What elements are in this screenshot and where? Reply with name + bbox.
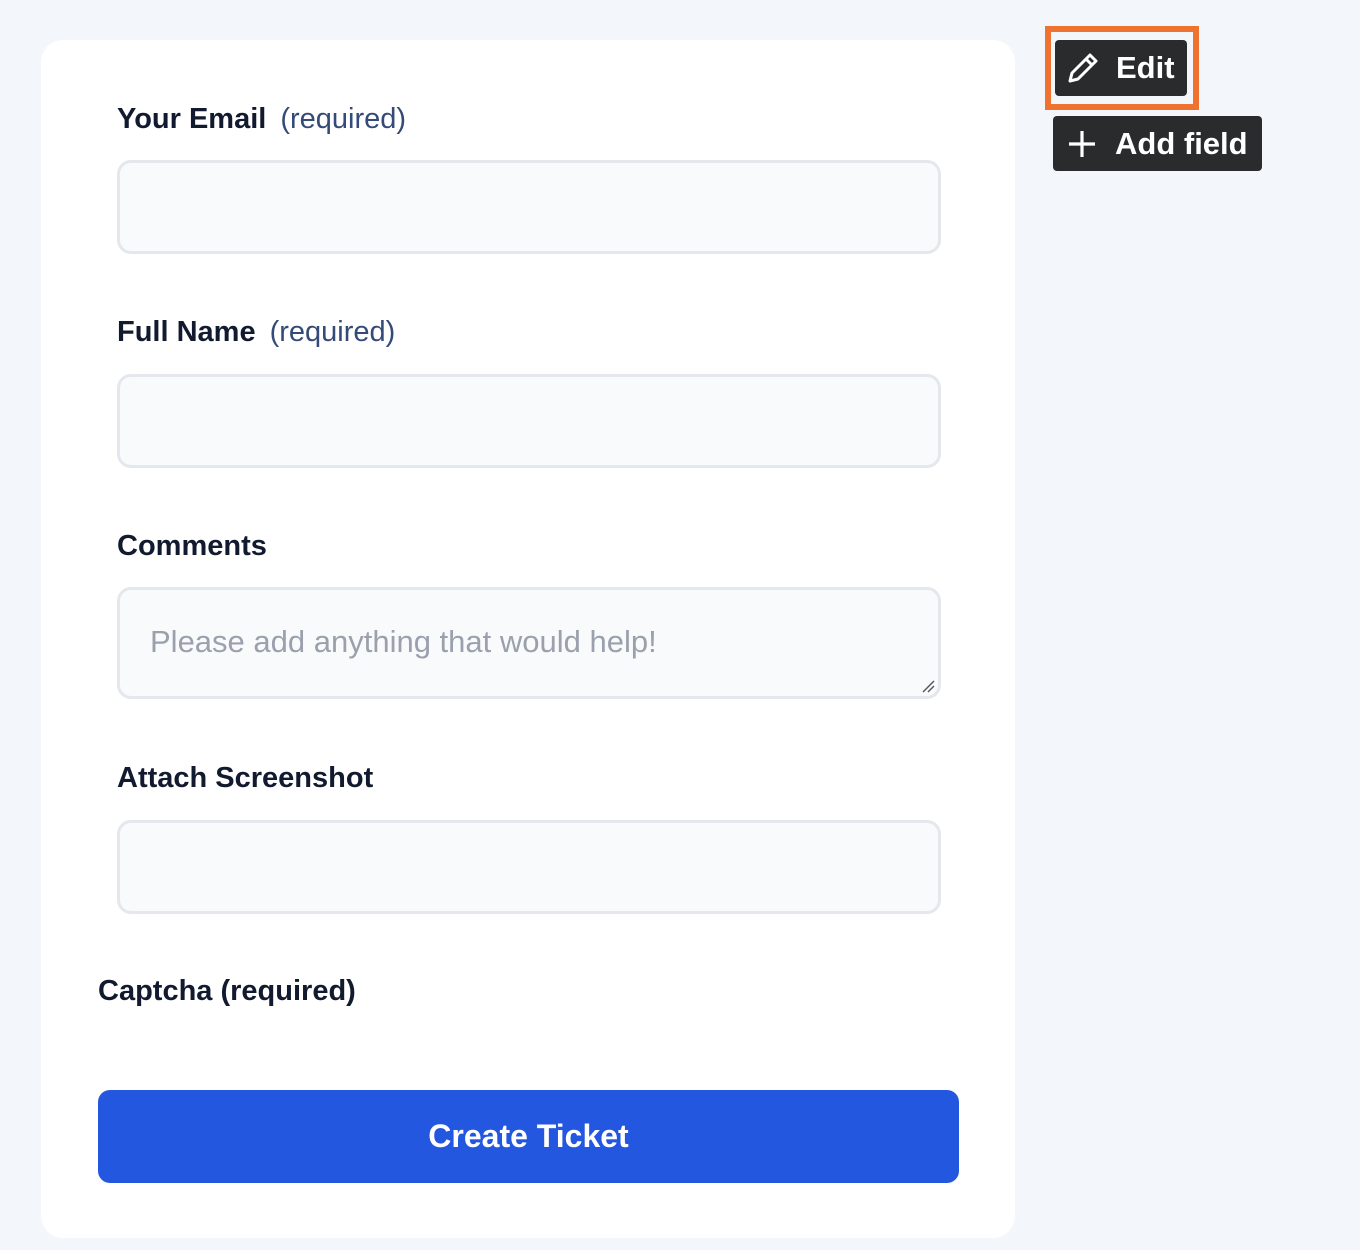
comments-textarea[interactable]: Please add anything that would help! xyxy=(117,587,941,699)
comments-placeholder: Please add anything that would help! xyxy=(150,624,657,659)
screenshot-upload-field[interactable] xyxy=(117,820,941,914)
email-required-marker: (required) xyxy=(280,103,407,135)
edit-button[interactable]: Edit xyxy=(1055,40,1187,96)
comments-label: Comments xyxy=(117,530,267,562)
resize-handle-icon[interactable] xyxy=(921,679,935,693)
full-name-label-text: Full Name xyxy=(117,316,256,348)
plus-icon xyxy=(1067,129,1097,159)
create-ticket-button[interactable]: Create Ticket xyxy=(98,1090,959,1183)
add-field-button-label: Add field xyxy=(1115,125,1248,161)
email-label: Your Email (required) xyxy=(117,105,406,134)
add-field-button[interactable]: Add field xyxy=(1053,116,1262,171)
edit-button-label: Edit xyxy=(1116,50,1175,85)
full-name-required-marker: (required) xyxy=(269,316,396,348)
captcha-label: Captcha (required) xyxy=(98,975,356,1007)
full-name-field[interactable] xyxy=(117,374,941,468)
screenshot-label: Attach Screenshot xyxy=(117,762,374,794)
email-field[interactable] xyxy=(117,160,941,254)
ticket-form-card: Your Email (required) Full Name (required)… xyxy=(41,40,1015,1238)
pencil-icon xyxy=(1064,49,1102,87)
full-name-label: Full Name (required) xyxy=(117,318,395,347)
email-label-text: Your Email xyxy=(117,103,267,135)
